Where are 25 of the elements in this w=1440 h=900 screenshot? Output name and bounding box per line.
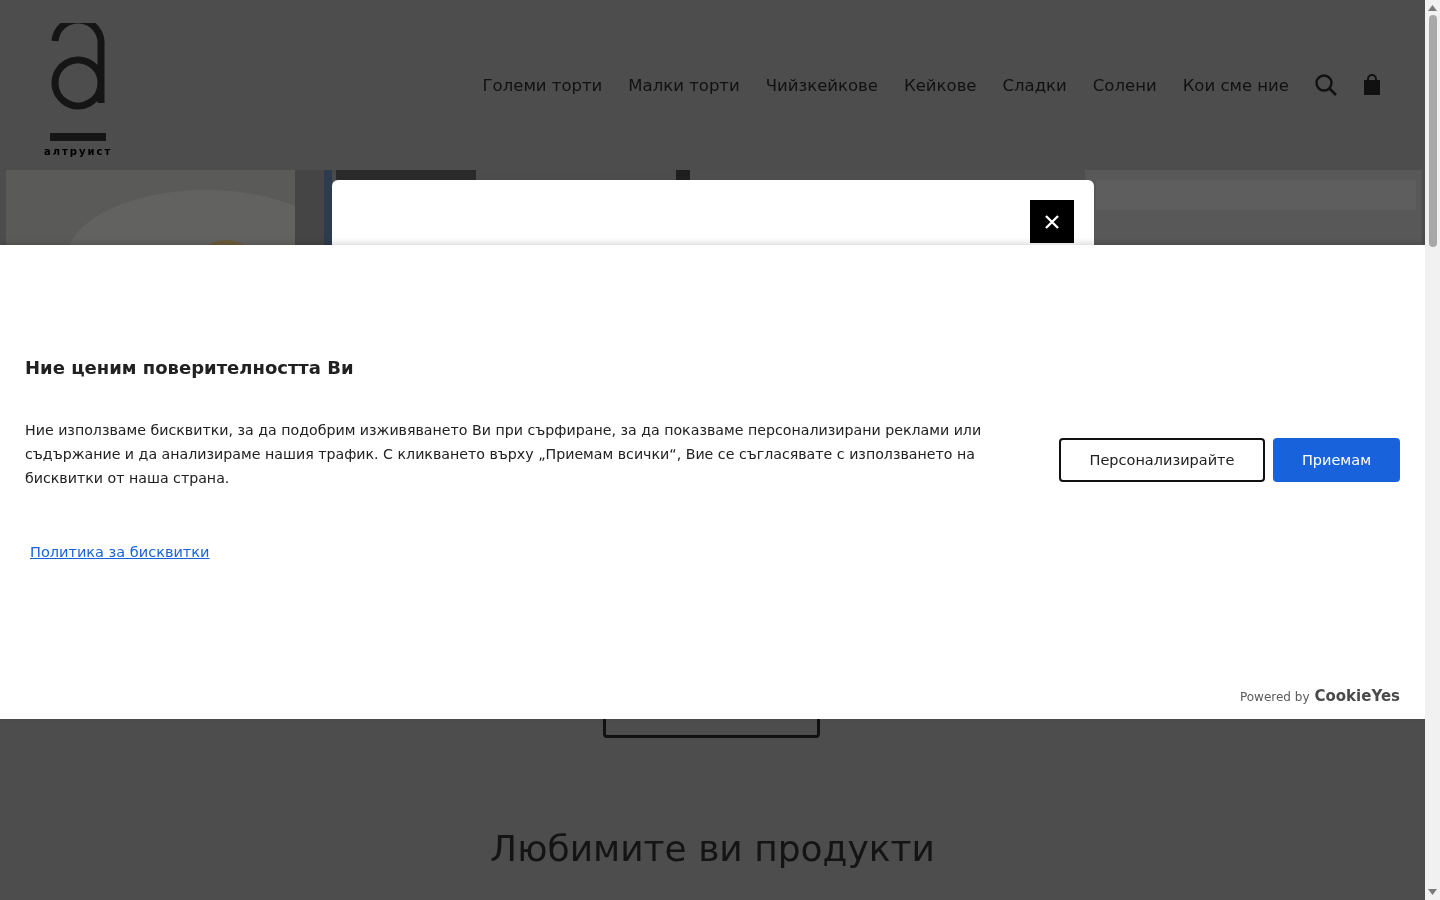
shopping-bag-icon[interactable]: [1363, 74, 1381, 96]
nav-link[interactable]: Малки торти: [628, 75, 740, 95]
close-icon: [1045, 214, 1059, 229]
search-icon[interactable]: [1315, 74, 1337, 96]
nav-link[interactable]: Солени: [1092, 75, 1157, 95]
powered-by-text: Powered by: [1239, 690, 1310, 704]
nav-link[interactable]: Кои сме ние: [1182, 75, 1289, 95]
brand-logo[interactable]: CookieYes: [1314, 687, 1400, 705]
nav-link[interactable]: Големи торти: [482, 75, 603, 95]
nav-link[interactable]: Чийзкейкове: [765, 75, 878, 95]
logo-text: алтруист: [44, 146, 113, 157]
scroll-down-icon[interactable]: [1428, 889, 1437, 895]
nav-link[interactable]: Сладки: [1002, 75, 1067, 95]
customize-button[interactable]: Персонализирайте: [1059, 438, 1265, 482]
section-title: Любимите ви продукти: [490, 828, 935, 869]
scrollbar-thumb[interactable]: [1428, 15, 1437, 247]
scrollbar[interactable]: [1425, 0, 1440, 900]
banner-title: Ние ценим поверителността Ви: [25, 357, 355, 378]
scroll-up-icon[interactable]: [1428, 5, 1437, 11]
nav-link[interactable]: Кейкове: [904, 75, 977, 95]
cookie-policy-link[interactable]: Политика за бисквитки: [30, 544, 210, 560]
close-button[interactable]: [1030, 200, 1074, 243]
accept-button[interactable]: Приемам: [1273, 438, 1400, 482]
logo-icon[interactable]: [49, 23, 108, 143]
banner-text: Ние използваме бисквитки, за да подобрим изживяването Ви при сърфиране, за да показваме персонализирани реклами или съдържание и да анализираме нашия трафик. С кликването върху „Приемам всички“, Вие се съгласявате с използването на бисквитки от наша страна.: [25, 421, 983, 488]
